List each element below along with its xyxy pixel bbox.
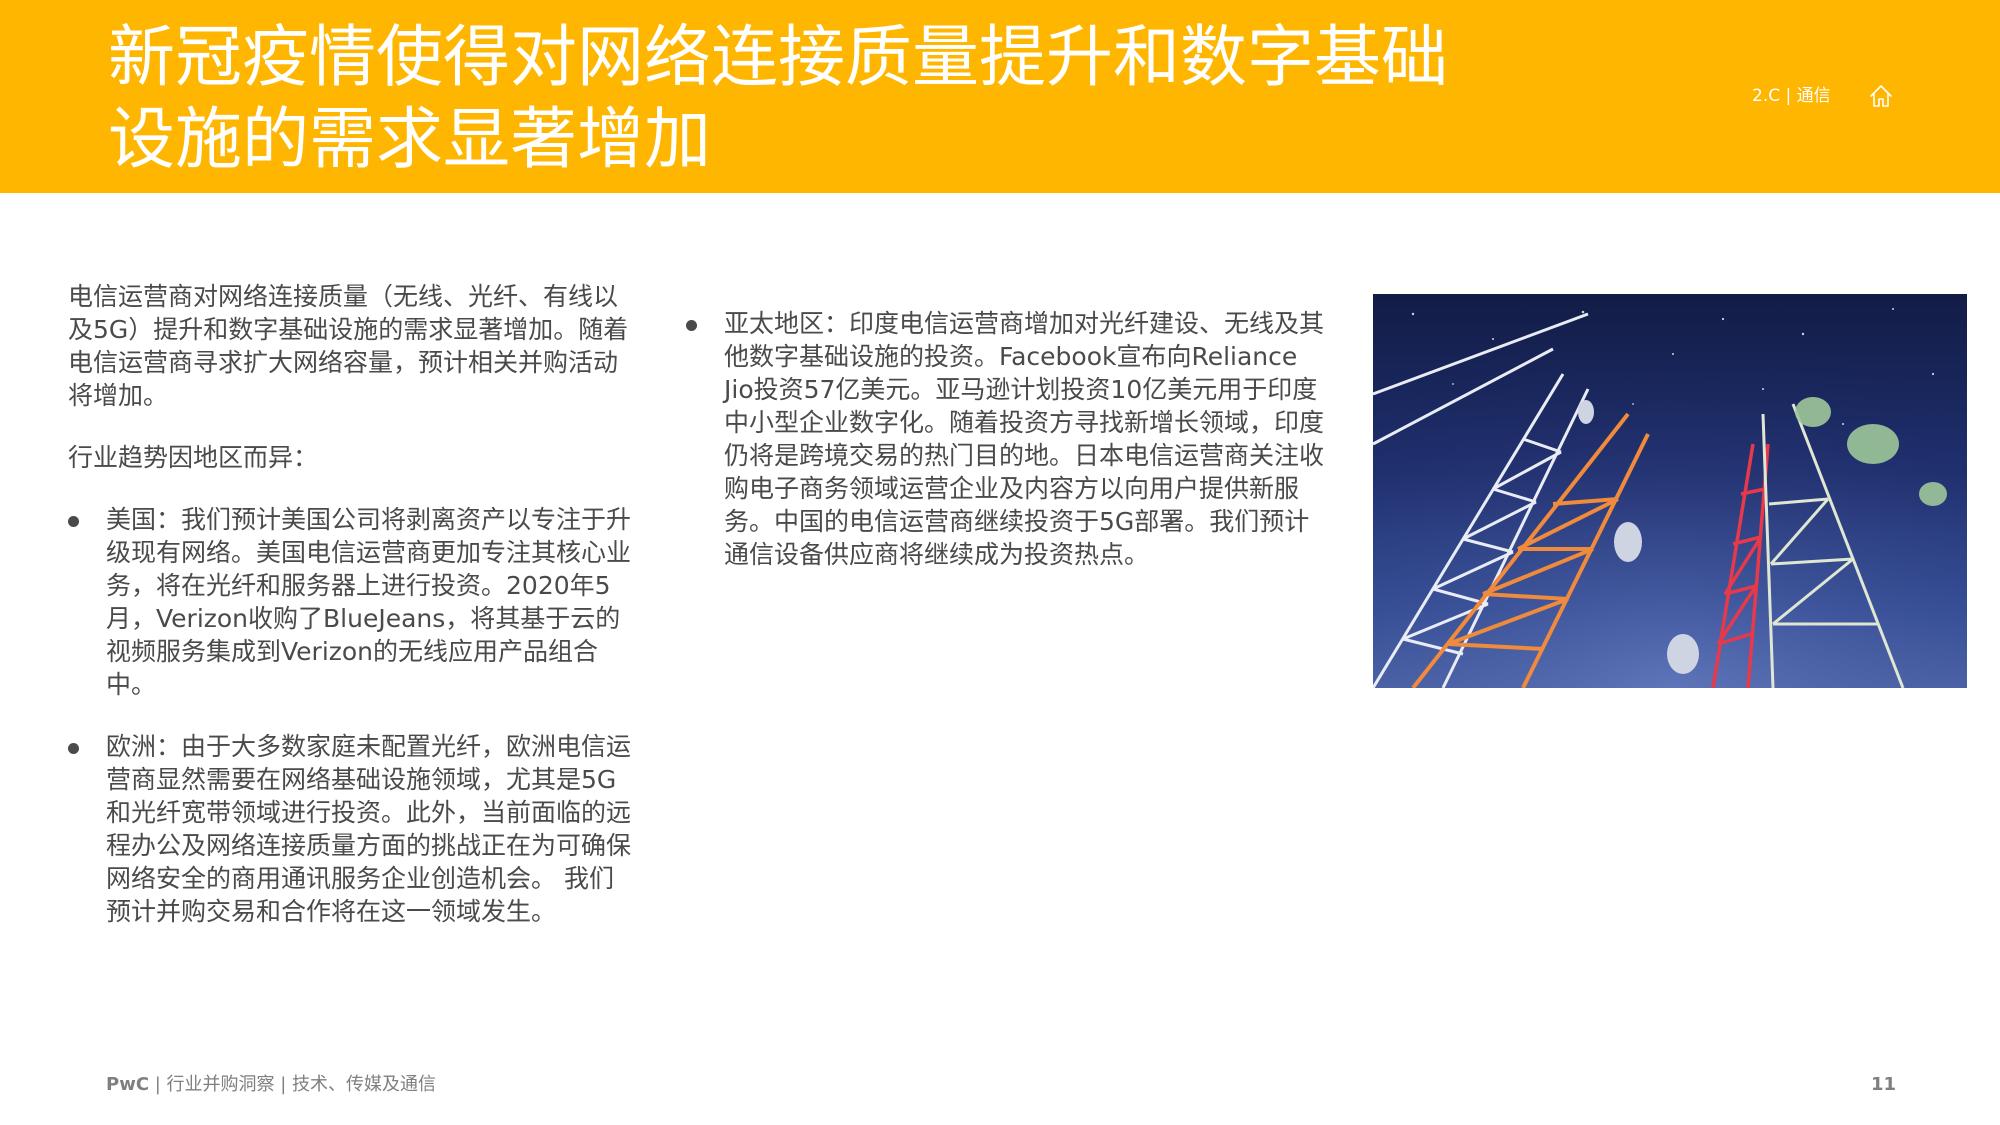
bullet-text: 美国：我们预计美国公司将剥离资产以专注于升级现有网络。美国电信运营商更加专注其核… [106,505,632,699]
footer-text: | 行业并购洞察 | 技术、传媒及通信 [149,1074,437,1095]
bullet-europe: 欧洲：由于大多数家庭未配置光纤，欧洲电信运营商显然需要在网络基础设施领域，尤其是… [68,730,638,928]
bullet-dot [68,743,79,754]
bullet-text: 欧洲：由于大多数家庭未配置光纤，欧洲电信运营商显然需要在网络基础设施领域，尤其是… [106,732,632,926]
bullet-apac: 亚太地区：印度电信运营商增加对光纤建设、无线及其他数字基础设施的投资。Faceb… [686,307,1326,571]
bullet-text: 亚太地区：印度电信运营商增加对光纤建设、无线及其他数字基础设施的投资。Faceb… [724,309,1325,569]
region-bullet-list: 美国：我们预计美国公司将剥离资产以专注于升级现有网络。美国电信运营商更加专注其核… [68,503,638,928]
footer: PwC | 行业并购洞察 | 技术、传媒及通信 [106,1073,436,1097]
telecom-towers-photo [1373,294,1967,688]
page-title-line-1: 新冠疫情使得对网络连接质量提升和数字基础 [108,18,1448,96]
trend-heading: 行业趋势因地区而异： [68,443,319,472]
footer-brand: PwC [106,1074,150,1095]
bullet-dot [68,516,79,527]
header-bar: 新冠疫情使得对网络连接质量提升和数字基础 设施的需求显著增加 2.C | 通信 [0,0,2000,193]
home-icon[interactable] [1868,83,1894,109]
bullet-dot [686,320,697,331]
left-column: 电信运营商对网络连接质量（无线、光纤、有线以及5G）提升和数字基础设施的需求显著… [68,280,638,957]
page-title-line-2: 设施的需求显著增加 [108,100,711,178]
bullet-usa: 美国：我们预计美国公司将剥离资产以专注于升级现有网络。美国电信运营商更加专注其核… [68,503,638,701]
intro-paragraph: 电信运营商对网络连接质量（无线、光纤、有线以及5G）提升和数字基础设施的需求显著… [68,282,629,410]
middle-column: 亚太地区：印度电信运营商增加对光纤建设、无线及其他数字基础设施的投资。Faceb… [686,307,1326,571]
apac-bullet-list: 亚太地区：印度电信运营商增加对光纤建设、无线及其他数字基础设施的投资。Faceb… [686,307,1326,571]
page-title: 新冠疫情使得对网络连接质量提升和数字基础 设施的需求显著增加 [108,16,1508,180]
page-number: 11 [1870,1074,1896,1095]
section-reference-link[interactable]: 2.C | 通信 [1752,84,1831,108]
